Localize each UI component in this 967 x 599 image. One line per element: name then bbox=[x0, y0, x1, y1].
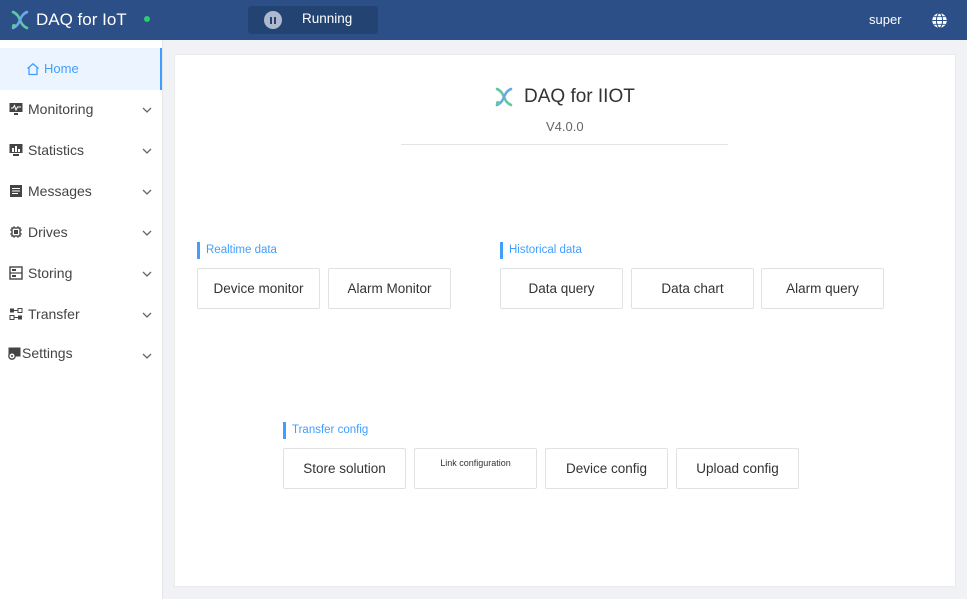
statistics-icon bbox=[9, 144, 23, 156]
divider bbox=[401, 144, 728, 145]
upload-config-button[interactable]: Upload config bbox=[676, 448, 799, 489]
sidebar-item-label: Transfer bbox=[28, 306, 80, 322]
page-header: DAQ for IIOT bbox=[492, 85, 635, 109]
chevron-down-icon bbox=[142, 230, 152, 236]
user-name[interactable]: super bbox=[869, 12, 902, 27]
main-card: DAQ for IIOT V4.0.0 Realtime data Device… bbox=[174, 54, 956, 587]
chip-icon bbox=[10, 226, 22, 238]
data-query-button[interactable]: Data query bbox=[500, 268, 623, 309]
link-configuration-button[interactable]: Link configuration bbox=[414, 448, 537, 489]
chevron-down-icon bbox=[142, 271, 152, 277]
sidebar-item-label: Monitoring bbox=[28, 101, 94, 117]
sidebar-item-messages[interactable]: Messages bbox=[0, 171, 162, 211]
alarm-query-button[interactable]: Alarm query bbox=[761, 268, 884, 309]
transfer-icon bbox=[9, 308, 23, 320]
monitor-icon bbox=[9, 103, 23, 115]
device-monitor-button[interactable]: Device monitor bbox=[197, 268, 320, 309]
logo-icon bbox=[495, 87, 513, 107]
alarm-monitor-button[interactable]: Alarm Monitor bbox=[328, 268, 451, 309]
section-transfer-label: Transfer config bbox=[283, 422, 368, 439]
messages-icon bbox=[10, 185, 22, 197]
run-state-label: Running bbox=[302, 11, 353, 26]
logo-icon bbox=[11, 10, 29, 30]
data-chart-button[interactable]: Data chart bbox=[631, 268, 754, 309]
brand[interactable]: DAQ for IoT bbox=[8, 6, 127, 34]
chevron-down-icon bbox=[142, 189, 152, 195]
version-label: V4.0.0 bbox=[546, 119, 584, 134]
sidebar-item-label: Storing bbox=[28, 265, 73, 281]
store-solution-button[interactable]: Store solution bbox=[283, 448, 406, 489]
page-title: DAQ for IIOT bbox=[524, 86, 635, 107]
sidebar-item-drives[interactable]: Drives bbox=[0, 212, 162, 252]
section-realtime-label: Realtime data bbox=[197, 242, 277, 259]
chevron-down-icon bbox=[142, 353, 152, 359]
sidebar-item-settings[interactable]: Settings bbox=[0, 333, 162, 373]
sidebar-item-statistics[interactable]: Statistics bbox=[0, 130, 162, 170]
sidebar-item-monitoring[interactable]: Monitoring bbox=[0, 89, 162, 129]
top-header: DAQ for IoT Running super bbox=[0, 0, 967, 40]
status-dot bbox=[144, 16, 150, 22]
app-title: DAQ for IoT bbox=[36, 10, 127, 29]
sidebar: Home Monitoring Statistics Messages Driv… bbox=[0, 40, 163, 599]
sidebar-item-label: Messages bbox=[28, 183, 92, 199]
run-control[interactable]: Running bbox=[248, 6, 378, 34]
sidebar-item-label: Statistics bbox=[28, 142, 85, 158]
sidebar-item-storing[interactable]: Storing bbox=[0, 253, 162, 293]
sidebar-item-label: Home bbox=[44, 61, 79, 76]
sidebar-item-home[interactable]: Home bbox=[0, 48, 162, 90]
globe-icon[interactable] bbox=[931, 12, 948, 29]
sidebar-item-transfer[interactable]: Transfer bbox=[0, 294, 162, 334]
device-config-button[interactable]: Device config bbox=[545, 448, 668, 489]
sidebar-item-label: Drives bbox=[28, 224, 68, 240]
section-historical-label: Historical data bbox=[500, 242, 582, 259]
storage-icon bbox=[9, 266, 23, 280]
sidebar-item-label: Settings bbox=[22, 345, 73, 361]
chevron-down-icon bbox=[142, 312, 152, 318]
chevron-down-icon bbox=[142, 107, 152, 113]
home-icon bbox=[27, 62, 39, 75]
settings-icon bbox=[8, 347, 21, 360]
chevron-down-icon bbox=[142, 148, 152, 154]
pause-icon[interactable] bbox=[264, 11, 282, 29]
